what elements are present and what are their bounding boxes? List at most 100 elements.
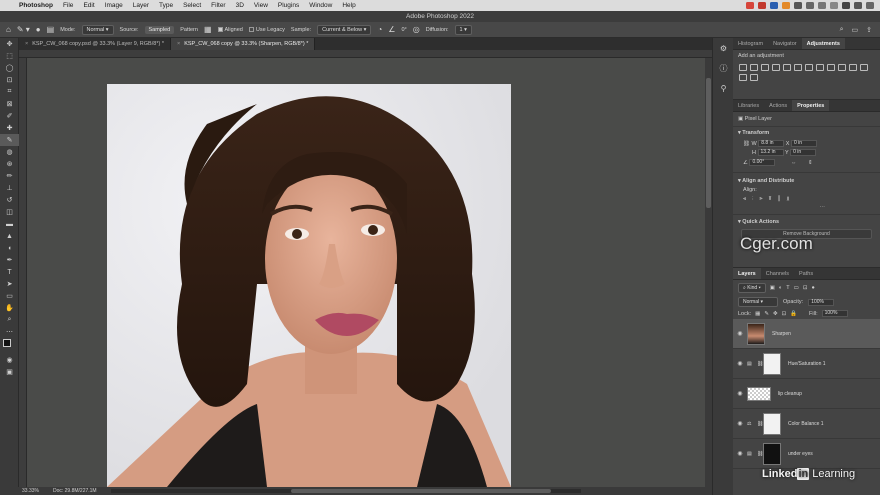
app-status-icon[interactable] xyxy=(794,2,802,9)
type-tool-icon[interactable]: T xyxy=(0,266,19,278)
document-image[interactable] xyxy=(107,84,511,487)
angle-field[interactable]: 0.00° xyxy=(749,159,776,166)
lock-all-icon[interactable]: 🔒 xyxy=(790,311,797,317)
menu-help[interactable]: Help xyxy=(337,2,360,9)
align-center-icon[interactable]: ⫶ xyxy=(752,196,759,202)
tab-navigator[interactable]: Navigator xyxy=(768,38,802,49)
align-middle-icon[interactable]: ⫼ xyxy=(778,196,787,202)
screen-mode-icon[interactable]: ▣ xyxy=(0,366,19,378)
more-tools-icon[interactable]: ⋯ xyxy=(0,326,19,338)
ignore-adjustment-layers-icon[interactable]: ◔ xyxy=(377,25,382,34)
align-left-icon[interactable]: ⫷ xyxy=(743,196,752,202)
flip-vertical-icon[interactable]: ⇕ xyxy=(808,160,813,166)
filter-toggle-icon[interactable]: ● xyxy=(811,285,814,291)
hand-tool-icon[interactable]: ✋ xyxy=(0,302,19,314)
search-icon[interactable] xyxy=(854,2,862,9)
filter-pixel-icon[interactable]: ▣ xyxy=(770,285,775,291)
lock-artboard-icon[interactable]: ⊡ xyxy=(782,311,787,317)
quick-actions-title[interactable]: ▾ Quick Actions xyxy=(733,214,880,227)
blend-mode-select[interactable]: Normal ▾ xyxy=(738,297,778,307)
app-status-icon[interactable] xyxy=(746,2,754,9)
healing-brush-tool-icon[interactable]: ✎ ▾ xyxy=(17,25,30,34)
x-field[interactable]: 0 in xyxy=(790,140,817,147)
doc-size[interactable]: Doc: 29.8M/227.1M xyxy=(53,488,97,494)
zoom-level[interactable]: 33.33% xyxy=(22,488,39,494)
brightness-contrast-icon[interactable] xyxy=(739,64,747,71)
frame-tool-icon[interactable]: ⊠ xyxy=(0,98,19,110)
layer-row-lip-cleanup[interactable]: ◉ lip cleanup xyxy=(733,379,880,409)
align-top-icon[interactable]: ⫪ xyxy=(769,196,778,202)
battery-icon[interactable] xyxy=(842,2,850,9)
app-status-icon[interactable] xyxy=(782,2,790,9)
filter-shape-icon[interactable]: ▭ xyxy=(794,285,799,291)
color-swatches[interactable] xyxy=(0,338,19,354)
eye-icon[interactable]: ◉ xyxy=(733,390,747,397)
healing-brush-tool-icon[interactable]: ✎ xyxy=(0,134,19,146)
menu-select[interactable]: Select xyxy=(178,2,206,9)
quick-mask-icon[interactable]: ◉ xyxy=(0,354,19,366)
history-brush-tool-icon[interactable]: ↺ xyxy=(0,194,19,206)
object-selection-tool-icon[interactable]: ⊡ xyxy=(0,74,19,86)
link-icon[interactable]: ⛓ xyxy=(743,141,750,147)
diffusion-field[interactable]: 1 ▾ xyxy=(454,24,472,35)
tab-channels[interactable]: Channels xyxy=(761,268,794,279)
filter-adjustment-icon[interactable]: ◐ xyxy=(779,285,782,291)
brush-settings-icon[interactable]: ⚲ xyxy=(713,78,734,98)
brush-settings-icon[interactable]: ▤ xyxy=(47,25,55,34)
vertical-scrollbar[interactable] xyxy=(705,58,712,487)
source-pattern-button[interactable]: Pattern xyxy=(180,27,198,33)
exposure-icon[interactable] xyxy=(772,64,780,71)
menu-file[interactable]: File xyxy=(58,2,78,9)
zoom-tool-icon[interactable]: ⌕ xyxy=(0,314,19,326)
share-icon[interactable]: ⇪ xyxy=(866,26,872,34)
gradient-tool-icon[interactable]: ▬ xyxy=(0,218,19,230)
lasso-tool-icon[interactable]: ◯ xyxy=(0,62,19,74)
layer-kind-filter[interactable]: ⌕ Kind ▾ xyxy=(738,283,766,293)
tab-properties[interactable]: Properties xyxy=(792,100,830,111)
tab-layers[interactable]: Layers xyxy=(733,268,761,279)
lock-move-icon[interactable]: ✥ xyxy=(773,311,778,317)
move-tool-icon[interactable]: ✥ xyxy=(0,38,19,50)
eye-icon[interactable]: ◉ xyxy=(733,420,747,427)
lock-transparent-icon[interactable]: ▦ xyxy=(755,311,760,317)
color-lookup-icon[interactable] xyxy=(849,64,857,71)
dodge-tool-icon[interactable]: ◖ xyxy=(0,242,19,254)
path-selection-tool-icon[interactable]: ➤ xyxy=(0,278,19,290)
posterize-icon[interactable] xyxy=(739,74,747,81)
angle-value[interactable]: 0° xyxy=(401,27,406,33)
menu-plugins[interactable]: Plugins xyxy=(273,2,304,9)
app-status-icon[interactable] xyxy=(806,2,814,9)
scrollbar-thumb[interactable] xyxy=(706,78,711,208)
app-status-icon[interactable] xyxy=(758,2,766,9)
pattern-picker-icon[interactable]: ▦ xyxy=(204,25,212,34)
channel-mixer-icon[interactable] xyxy=(838,64,846,71)
spot-healing-tool-icon[interactable]: ✚ xyxy=(0,122,19,134)
opacity-field[interactable]: 100% xyxy=(808,298,835,306)
y-field[interactable]: 0 in xyxy=(790,149,817,156)
filter-smart-object-icon[interactable]: ⊡ xyxy=(803,285,808,291)
photo-filter-icon[interactable] xyxy=(827,64,835,71)
document-tab-2[interactable]: × KSP_CW_068 copy @ 33.3% (Sharpen, RGB/… xyxy=(170,38,316,50)
history-icon[interactable]: ⚙ xyxy=(713,38,734,58)
eyedropper-tool-icon[interactable]: ✐ xyxy=(0,110,19,122)
transform-title[interactable]: ▾ Transform xyxy=(733,127,880,139)
eye-icon[interactable]: ◉ xyxy=(733,330,747,337)
app-status-icon[interactable] xyxy=(818,2,826,9)
layer-row-under-eyes[interactable]: ◉ ▤ ⛓ under eyes xyxy=(733,439,880,469)
vertical-ruler[interactable] xyxy=(19,58,27,487)
use-legacy-checkbox[interactable]: Use Legacy xyxy=(248,27,285,33)
width-field[interactable]: 8.8 in xyxy=(758,140,785,147)
menu-window[interactable]: Window xyxy=(304,2,337,9)
align-title[interactable]: ▾ Align and Distribute xyxy=(733,172,880,186)
lock-brush-icon[interactable]: ✎ xyxy=(764,311,769,317)
close-icon[interactable]: × xyxy=(177,41,180,47)
info-icon[interactable]: ⓘ xyxy=(713,58,734,78)
red-eye-tool-icon[interactable]: ⊛ xyxy=(0,158,19,170)
threshold-icon[interactable] xyxy=(750,74,758,81)
brush-tool-icon[interactable]: ✏ xyxy=(0,170,19,182)
clone-stamp-tool-icon[interactable]: ⊥ xyxy=(0,182,19,194)
workspace-icon[interactable]: ▭ xyxy=(852,26,859,34)
blur-tool-icon[interactable]: ▲ xyxy=(0,230,19,242)
tab-adjustments[interactable]: Adjustments xyxy=(801,38,845,49)
flip-horizontal-icon[interactable]: ⇔ xyxy=(791,160,797,166)
